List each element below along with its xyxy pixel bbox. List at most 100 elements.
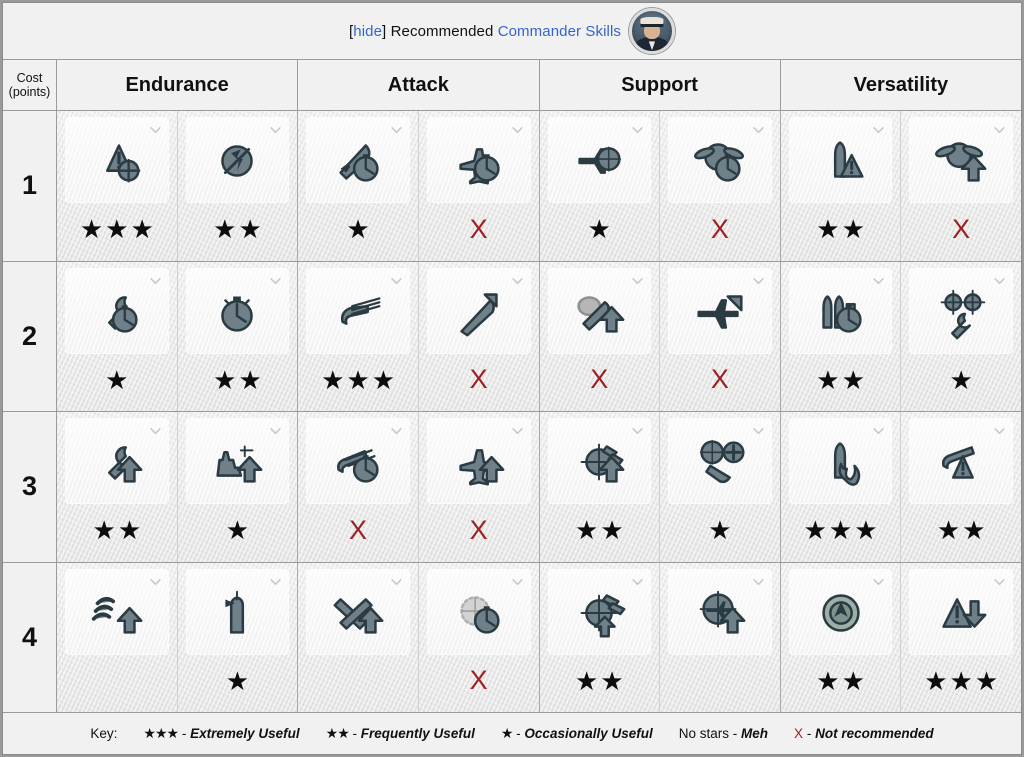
legend-item: ★ - Occasionally Useful bbox=[501, 725, 653, 742]
chevron-down-icon[interactable] bbox=[632, 277, 643, 284]
chevron-down-icon[interactable] bbox=[270, 127, 281, 134]
star-icon: ★ bbox=[924, 665, 948, 696]
hide-link[interactable]: hide bbox=[353, 23, 382, 40]
chevron-down-icon[interactable] bbox=[873, 277, 885, 284]
chevron-down-icon[interactable] bbox=[511, 578, 523, 585]
chevron-down-icon[interactable] bbox=[994, 578, 1005, 585]
survivability-expert-icon[interactable] bbox=[186, 419, 289, 503]
chevron-down-icon[interactable] bbox=[270, 428, 281, 435]
chevron-down-icon[interactable] bbox=[753, 277, 764, 284]
skill-cell: ★ bbox=[178, 412, 299, 562]
chevron-down-icon[interactable] bbox=[994, 127, 1005, 134]
improved-engines-icon[interactable] bbox=[669, 268, 771, 353]
smoke-screen-expert-icon[interactable] bbox=[548, 268, 651, 353]
radar-sonar-icon[interactable] bbox=[789, 569, 892, 654]
not-recommended-x-icon: X bbox=[469, 514, 488, 545]
star-icon: ★ bbox=[238, 214, 262, 245]
chevron-down-icon[interactable] bbox=[511, 127, 523, 134]
star-icon: ★ bbox=[841, 364, 865, 395]
chevron-down-icon[interactable] bbox=[632, 127, 643, 134]
priority-target-icon[interactable] bbox=[66, 118, 168, 202]
chevron-down-icon[interactable] bbox=[873, 127, 885, 134]
chevron-down-icon[interactable] bbox=[270, 277, 281, 284]
chevron-down-icon[interactable] bbox=[149, 277, 161, 284]
chevron-down-icon[interactable] bbox=[994, 277, 1005, 284]
skill-cell: X bbox=[660, 111, 781, 261]
skill-rating: X bbox=[419, 353, 539, 412]
skill-cell: ★ ★ bbox=[781, 562, 902, 712]
skill-rating: ★ ★ bbox=[540, 503, 660, 562]
chevron-down-icon[interactable] bbox=[391, 127, 402, 134]
legend-dash: - bbox=[516, 726, 521, 741]
star-icon: ★ bbox=[841, 214, 865, 245]
jack-of-all-trades-icon[interactable] bbox=[910, 268, 1012, 353]
star-icon: ★ bbox=[92, 515, 116, 546]
sight-stabilization-icon[interactable] bbox=[548, 569, 651, 654]
legend-dash: - bbox=[181, 726, 187, 741]
chevron-down-icon[interactable] bbox=[391, 277, 402, 284]
radio-location-icon[interactable] bbox=[427, 569, 530, 654]
last-gasp-icon[interactable] bbox=[910, 118, 1012, 202]
chevron-down-icon[interactable] bbox=[149, 578, 161, 585]
chevron-down-icon[interactable] bbox=[753, 578, 764, 585]
aircraft-armor-icon[interactable] bbox=[548, 419, 651, 503]
main-battery-expert-icon[interactable] bbox=[307, 268, 409, 353]
star-icon: ★ bbox=[816, 364, 840, 395]
chevron-down-icon[interactable] bbox=[391, 578, 402, 585]
main-battery-reload-icon[interactable] bbox=[307, 419, 409, 503]
legend-description: Meh bbox=[741, 726, 769, 741]
chevron-down-icon[interactable] bbox=[994, 428, 1005, 435]
aircraft-repair-icon[interactable] bbox=[669, 419, 771, 503]
massive-aoe-icon[interactable] bbox=[910, 569, 1012, 654]
direction-center-for-fighters-icon[interactable] bbox=[548, 118, 651, 202]
torpedo-protection-icon[interactable] bbox=[307, 569, 409, 654]
not-recommended-x-icon: X bbox=[469, 364, 488, 395]
chevron-down-icon[interactable] bbox=[270, 578, 281, 585]
not-recommended-x-icon: X bbox=[710, 364, 729, 395]
expert-loader-icon[interactable] bbox=[789, 268, 892, 353]
chevron-down-icon[interactable] bbox=[753, 127, 764, 134]
star-icon: ★ bbox=[936, 515, 961, 546]
skill-rating: ★ bbox=[901, 353, 1021, 412]
interceptor-icon[interactable] bbox=[669, 569, 771, 654]
cost-row-3: 3 ★ ★ ★ X X ★ ★ ★ ★ ★ ★ ★ ★ bbox=[3, 412, 1021, 563]
star-icon: ★ bbox=[79, 214, 104, 245]
chevron-down-icon[interactable] bbox=[149, 127, 161, 134]
chevron-down-icon[interactable] bbox=[511, 277, 523, 284]
concealment-expert-icon[interactable] bbox=[186, 569, 289, 654]
chevron-down-icon[interactable] bbox=[632, 428, 643, 435]
chevron-down-icon[interactable] bbox=[391, 428, 402, 435]
improved-engine-boost-icon[interactable] bbox=[669, 118, 771, 202]
chevron-down-icon[interactable] bbox=[149, 428, 161, 435]
incoming-fire-alert-icon[interactable] bbox=[789, 118, 892, 202]
preventive-maintenance-icon[interactable] bbox=[186, 118, 289, 202]
torpedo-acceleration-icon[interactable] bbox=[427, 268, 530, 353]
cost-value-cell: 2 bbox=[3, 261, 57, 411]
inertia-fuse-he-icon[interactable] bbox=[910, 419, 1012, 503]
chevron-down-icon[interactable] bbox=[632, 578, 643, 585]
chevron-down-icon[interactable] bbox=[753, 428, 764, 435]
air-supremacy-icon[interactable] bbox=[427, 118, 530, 202]
emergency-repair-specialist-icon[interactable] bbox=[66, 268, 168, 353]
demolition-expert-icon[interactable] bbox=[789, 419, 892, 503]
cost-value-cell: 1 bbox=[3, 111, 57, 261]
adrenaline-rush-icon[interactable] bbox=[186, 268, 289, 353]
chevron-down-icon[interactable] bbox=[873, 428, 885, 435]
star-icon: ★ bbox=[803, 515, 827, 546]
chevron-down-icon[interactable] bbox=[873, 578, 885, 585]
star-icon: ★ bbox=[225, 665, 250, 696]
commander-skills-link[interactable]: Commander Skills bbox=[498, 23, 621, 40]
fire-prevention-icon[interactable] bbox=[66, 569, 168, 654]
torpedo-bomber-icon[interactable] bbox=[427, 419, 530, 503]
legend-item: No stars - Meh bbox=[679, 726, 768, 741]
skill-rating: X bbox=[660, 353, 780, 412]
chevron-down-icon[interactable] bbox=[511, 428, 523, 435]
skill-cell: X bbox=[298, 412, 419, 562]
torpedo-armament-expertise-icon[interactable] bbox=[307, 118, 409, 202]
legend-symbol: No stars bbox=[678, 726, 729, 741]
page-title: [hide] Recommended Commander Skills bbox=[349, 23, 621, 40]
skill-cell: ★ ★ ★ bbox=[901, 563, 1021, 713]
skill-cell: ★ ★ bbox=[901, 412, 1021, 562]
table-title-bar: [hide] Recommended Commander Skills bbox=[3, 3, 1021, 60]
basics-of-survivability-icon[interactable] bbox=[66, 419, 168, 503]
